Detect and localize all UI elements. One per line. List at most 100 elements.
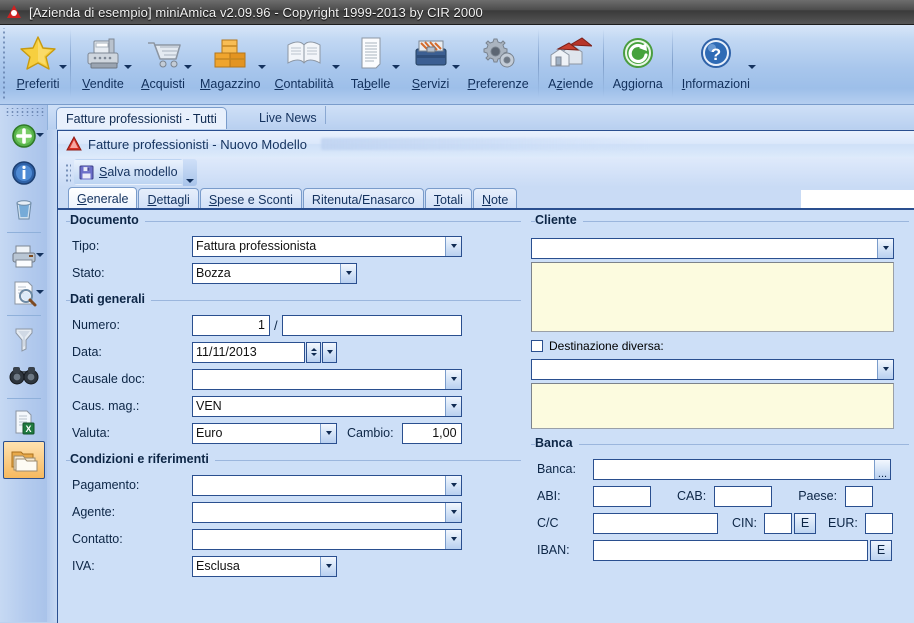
cin-input[interactable] [764,512,792,534]
toolbar-button-preferiti[interactable]: Preferiti [8,25,68,107]
rail-button-filter[interactable] [4,321,44,357]
numero-suffix-input[interactable] [281,314,462,336]
chevron-down-icon[interactable] [35,133,44,137]
chevron-down-icon[interactable] [35,290,44,294]
iva-combobox[interactable]: Esclusa [192,555,337,577]
chevron-down-icon[interactable] [445,502,461,522]
toolbar-button-acquisti[interactable]: Acquisti [133,25,193,107]
cc-input[interactable] [593,512,718,534]
toolbar-grip[interactable] [0,28,8,100]
tab-ritenuta-enasarco[interactable]: Ritenuta/Enasarco [302,188,424,210]
iban-calculate-button[interactable]: E [870,539,892,561]
chevron-down-icon[interactable] [877,238,893,258]
row-contatto: Contatto: [66,527,521,551]
doc-tab-fatture-professionisti[interactable]: Fatture professionisti - Tutti [56,107,227,129]
numero-separator: / [274,317,278,333]
caus-mag-combobox[interactable]: VEN [192,395,462,417]
row-numero: Numero: 1 / [66,313,521,337]
banca-browse-button[interactable]: ... [874,459,890,479]
tipo-combobox[interactable]: Fattura professionista [192,235,462,257]
data-input[interactable]: 11/11/2013 [192,341,305,363]
rail-button-info[interactable] [4,155,44,191]
rail-button-print-preview[interactable] [4,275,44,311]
label-contatto: Contatto: [72,532,123,546]
causale-doc-combobox[interactable] [192,368,462,390]
cliente-combobox[interactable] [531,237,894,259]
chevron-down-icon[interactable] [445,475,461,495]
chevron-down-icon[interactable] [445,529,461,549]
chevron-down-icon[interactable] [35,253,44,257]
chevron-down-icon[interactable] [258,65,267,69]
agente-combobox[interactable] [192,501,462,523]
toolbar-button-aziende[interactable]: Aziende [541,25,601,107]
rail-button-export-excel[interactable]: X [4,404,44,440]
toolbar-button-magazzino[interactable]: Magazzino [193,25,267,107]
abi-input[interactable] [593,485,651,507]
chevron-down-icon[interactable] [391,65,400,69]
paese-input[interactable] [845,485,874,507]
save-model-dropdown[interactable] [182,158,197,186]
chevron-down-icon[interactable] [320,423,336,443]
rail-grip[interactable] [3,108,44,116]
pagamento-combobox[interactable] [192,474,462,496]
chevron-down-icon[interactable] [59,65,67,69]
rail-button-trash[interactable] [4,192,44,228]
banca-input[interactable]: ... [593,458,891,480]
chevron-down-icon[interactable] [331,65,340,69]
chevron-down-icon[interactable] [184,65,192,69]
iban-input[interactable] [593,539,868,561]
toolbar-button-contabilita[interactable]: Contabilità [267,25,340,107]
toolbar-button-preferenze[interactable]: Preferenze [461,25,536,107]
tab-dettagli[interactable]: Dettagli [138,188,199,210]
rail-button-print[interactable] [4,238,44,274]
rail-button-folders[interactable] [2,441,45,479]
rail-button-binoculars[interactable] [4,358,44,394]
toolbar-button-vendite[interactable]: Vendite [73,25,133,107]
print-preview-icon [14,281,36,307]
toolbar-button-servizi[interactable]: Servizi [401,25,461,107]
tab-generale[interactable]: Generale [68,187,138,210]
command-bar-grip[interactable] [64,162,71,182]
chevron-down-icon[interactable] [124,65,132,69]
svg-text:X: X [25,424,31,434]
tabbar-right-panel [801,190,914,209]
toolbar-label-servizi: Servizi [411,77,450,91]
cambio-input[interactable]: 1,00 [401,422,462,444]
chevron-down-icon[interactable] [451,65,460,69]
doc-tab-live-news[interactable]: Live News [250,107,326,128]
eur-input[interactable] [864,512,893,534]
chevron-down-icon[interactable] [445,369,461,389]
tab-totali[interactable]: Totali [424,188,472,210]
stato-combobox[interactable]: Bozza [192,262,357,284]
data-spinner[interactable] [306,341,321,363]
chevron-down-icon[interactable] [320,556,336,576]
chevron-down-icon[interactable] [445,396,461,416]
floppy-disk-icon [79,165,94,179]
cliente-detail-memo[interactable] [531,262,894,332]
row-cliente [531,236,909,260]
toolbar-button-informazioni[interactable]: ? Informazioni [675,25,757,107]
data-calendar-dropdown[interactable] [322,341,337,363]
chevron-down-icon[interactable] [340,263,356,283]
cab-input[interactable] [714,485,773,507]
destinazione-detail-memo[interactable] [531,383,894,429]
rail-separator [6,232,41,233]
save-model-label: Salva modello [99,165,178,179]
toolbar-button-tabelle[interactable]: Tabelle [341,25,401,107]
chevron-down-icon[interactable] [445,236,461,256]
rail-button-add[interactable] [4,118,44,154]
group-documento: Documento [66,213,521,231]
tab-note[interactable]: Note [472,188,518,210]
destinazione-combobox[interactable] [531,358,894,380]
save-model-button[interactable]: Salva modello [74,159,183,185]
destinazione-diversa-checkbox[interactable] [531,340,543,352]
toolbar-button-aggiorna[interactable]: Aggiorna [606,25,670,107]
tab-spese-e-sconti[interactable]: Spese e Sconti [199,188,302,210]
main-toolbar: Preferiti Vendite Acquisti Magazzino Con… [0,25,914,105]
numero-input[interactable]: 1 [192,314,270,336]
contatto-combobox[interactable] [192,528,462,550]
cin-calculate-button[interactable]: E [794,512,816,534]
chevron-down-icon[interactable] [877,359,893,379]
valuta-combobox[interactable]: Euro [192,422,337,444]
chevron-down-icon[interactable] [747,65,756,69]
